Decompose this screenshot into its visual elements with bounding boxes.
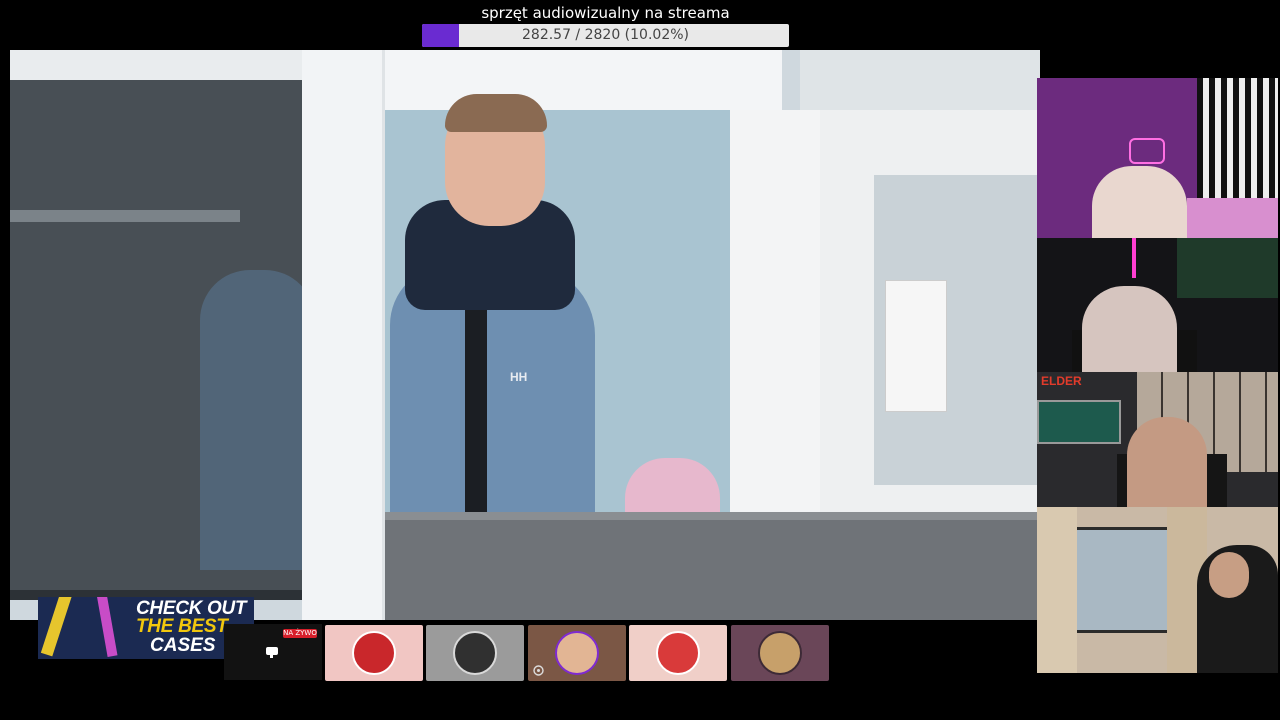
webcam-3: ELDER (1037, 372, 1278, 507)
avatar (453, 631, 497, 675)
channel-thumbnail-1[interactable] (325, 625, 423, 681)
pink-object (625, 458, 720, 520)
avatar (352, 631, 396, 675)
channel-thumbnail-5[interactable] (731, 625, 829, 681)
ad-headline-3: CASES (150, 635, 216, 656)
glass-reflection (200, 270, 315, 570)
cam1-neon-sign (1129, 138, 1165, 164)
cam4-window (1067, 527, 1173, 633)
donation-goal-title: sprzęt audiowizualny na streama (481, 4, 730, 22)
rifle-graphic-icon (88, 597, 118, 658)
jacket-zipper (465, 305, 487, 545)
jacket-logo: HH (510, 370, 528, 384)
cam3-streamer (1127, 417, 1207, 507)
cam2-pink-light (1132, 238, 1136, 278)
window-top-panel (10, 50, 305, 80)
ceiling-area (800, 50, 1040, 115)
cam1-streamer (1092, 166, 1187, 238)
window-frame-left (302, 50, 385, 620)
donation-goal-bar: 282.57 / 2820 (10.02%) (422, 24, 789, 47)
stream-overlay: sprzęt audiowizualny na streama 282.57 /… (0, 0, 1280, 720)
donation-goal-progress-text: 282.57 / 2820 (10.02%) (522, 27, 689, 43)
cam2-background (1177, 238, 1278, 298)
person-hair (445, 94, 547, 132)
cam3-logo: ELDER (1041, 374, 1082, 388)
window-top-frame (382, 50, 782, 110)
live-badge: NA ŻYWO (283, 629, 317, 638)
settings-icon (533, 665, 544, 676)
channel-thumbnail-2[interactable] (426, 625, 524, 681)
wall-sign (885, 280, 947, 412)
window-frame-middle (730, 110, 820, 550)
channel-thumbnail-4[interactable] (629, 625, 727, 681)
main-video-feed: HH (10, 50, 1040, 620)
cam1-bed (1187, 198, 1278, 238)
ad-headline-2: THE BEST (136, 616, 228, 637)
avatar (656, 631, 700, 675)
avatar (555, 631, 599, 675)
cam4-face (1209, 552, 1249, 598)
webcam-4 (1037, 507, 1278, 673)
avatar (758, 631, 802, 675)
case-ad-banner[interactable]: CHECK OUT THE BEST CASES (38, 597, 254, 659)
cam3-aquarium (1037, 400, 1121, 444)
counter-top (382, 520, 1040, 620)
cam2-streamer (1082, 286, 1177, 372)
cam4-curtain-left (1037, 507, 1077, 673)
chat-bubble-icon[interactable] (265, 645, 279, 659)
webcam-1 (1037, 78, 1278, 238)
webcam-2 (1037, 238, 1278, 372)
knife-graphic-icon (40, 597, 84, 657)
